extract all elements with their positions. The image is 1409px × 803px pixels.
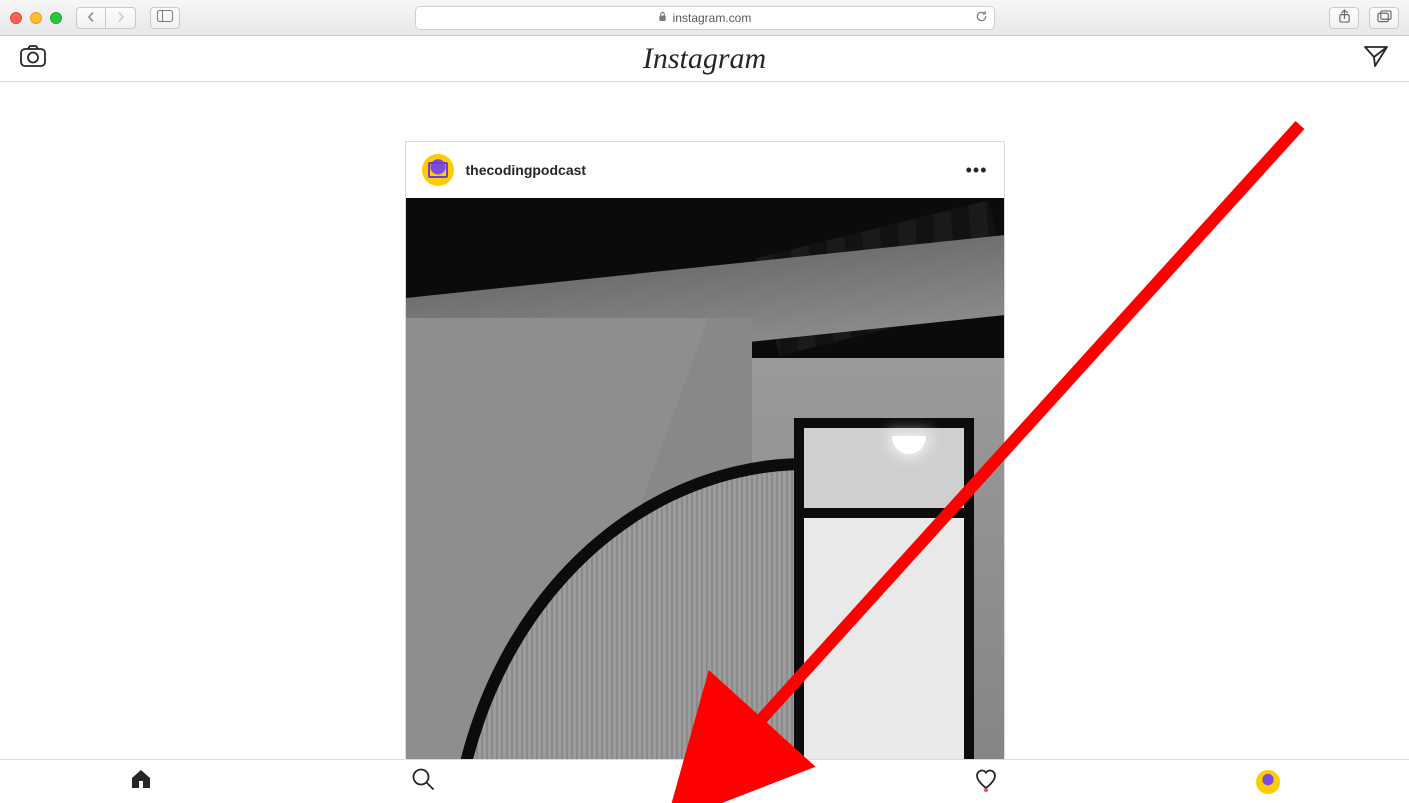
- new-post-button[interactable]: [564, 767, 846, 796]
- post-image[interactable]: [406, 198, 1004, 759]
- search-icon: [411, 767, 435, 796]
- home-icon: [129, 767, 153, 796]
- direct-messages-button[interactable]: [1363, 44, 1389, 73]
- window-controls: [10, 12, 62, 24]
- activity-button[interactable]: [845, 767, 1127, 796]
- profile-avatar-icon: [1256, 770, 1280, 794]
- sidebar-toggle-button[interactable]: [150, 7, 180, 29]
- address-text: instagram.com: [673, 11, 752, 25]
- nav-button-group: [76, 7, 136, 29]
- image-door: [794, 418, 974, 759]
- window-minimize-button[interactable]: [30, 12, 42, 24]
- share-button[interactable]: [1329, 7, 1359, 29]
- address-bar[interactable]: instagram.com: [415, 6, 995, 30]
- show-tabs-button[interactable]: [1369, 7, 1399, 29]
- post-author-username[interactable]: thecodingpodcast: [466, 162, 587, 178]
- share-icon: [1338, 9, 1351, 27]
- profile-button[interactable]: [1127, 770, 1409, 794]
- camera-icon: [20, 54, 46, 71]
- post-header: thecodingpodcast •••: [406, 142, 1004, 198]
- home-button[interactable]: [0, 767, 282, 796]
- back-button[interactable]: [76, 7, 106, 29]
- camera-button[interactable]: [20, 45, 46, 72]
- reload-icon: [975, 10, 988, 23]
- reload-button[interactable]: [975, 10, 988, 26]
- window-maximize-button[interactable]: [50, 12, 62, 24]
- instagram-logo[interactable]: Instagram: [643, 42, 766, 76]
- post-more-button[interactable]: •••: [966, 160, 988, 181]
- browser-toolbar: instagram.com: [0, 0, 1409, 36]
- plus-square-icon: [692, 767, 716, 796]
- forward-button[interactable]: [106, 7, 136, 29]
- tabs-icon: [1377, 10, 1392, 26]
- paper-plane-icon: [1363, 55, 1389, 72]
- lock-icon: [658, 11, 667, 25]
- post-card: thecodingpodcast •••: [405, 141, 1005, 759]
- chevron-right-icon: [116, 10, 126, 25]
- window-close-button[interactable]: [10, 12, 22, 24]
- chevron-left-icon: [86, 10, 96, 25]
- post-author-avatar[interactable]: [422, 154, 454, 186]
- instagram-top-nav: Instagram: [0, 36, 1409, 82]
- toolbar-right: [1329, 7, 1399, 29]
- sidebar-icon: [157, 10, 173, 25]
- search-button[interactable]: [282, 767, 564, 796]
- instagram-bottom-nav: [0, 759, 1409, 803]
- feed: thecodingpodcast •••: [0, 82, 1409, 759]
